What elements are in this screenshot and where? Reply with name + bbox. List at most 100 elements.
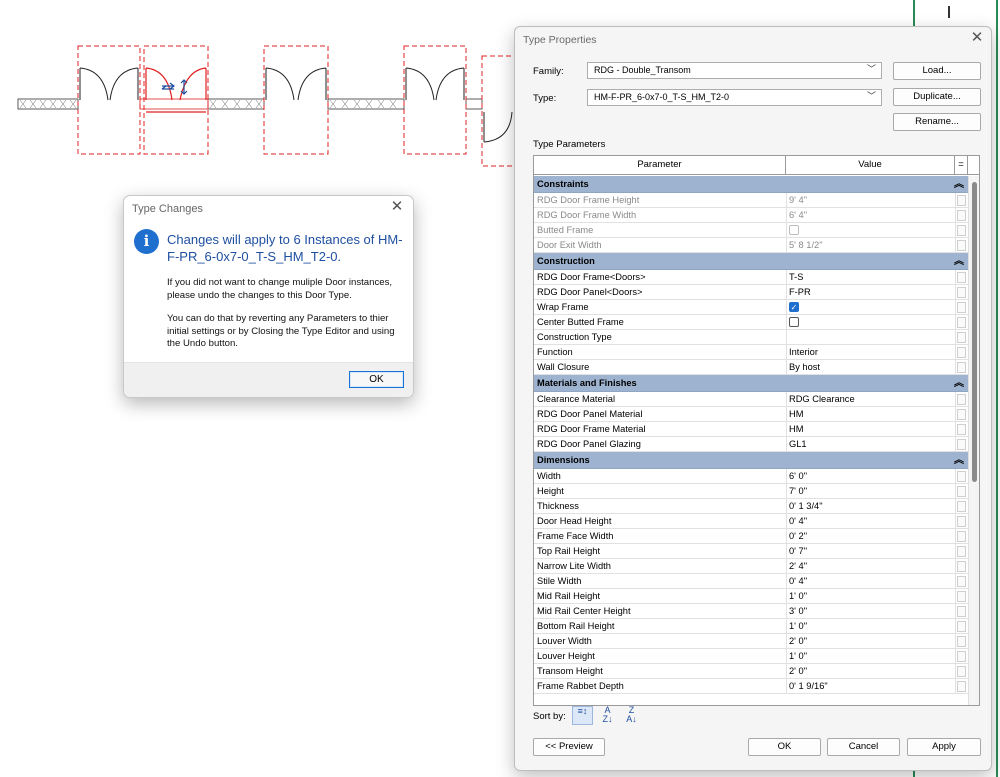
grid-scrollbar[interactable] [968, 176, 979, 705]
parameter-row[interactable]: Function Interior [534, 345, 968, 360]
column-header-parameter[interactable]: Parameter [534, 156, 786, 175]
parameter-value[interactable]: 1' 0" [789, 649, 949, 663]
formula-button[interactable] [957, 561, 966, 572]
sort-group-icon[interactable]: ≡↕ [572, 706, 593, 725]
checkbox[interactable]: ✓ [789, 301, 799, 312]
parameter-value[interactable]: HM [789, 422, 949, 436]
parameter-value[interactable]: 1' 0" [789, 589, 949, 603]
parameter-value[interactable]: 3' 0" [789, 604, 949, 618]
collapse-chevron-icon[interactable]: ︽ [954, 253, 964, 270]
group-header[interactable]: Materials and Finishes ︽ [534, 375, 968, 392]
formula-button[interactable] [957, 272, 966, 283]
parameter-row[interactable]: RDG Door Panel Glazing GL1 [534, 437, 968, 452]
formula-button[interactable] [957, 317, 966, 328]
formula-button[interactable] [957, 287, 966, 298]
group-header[interactable]: Construction ︽ [534, 253, 968, 270]
parameter-row[interactable]: Height 7' 0" [534, 484, 968, 499]
formula-button[interactable] [957, 439, 966, 450]
formula-button[interactable] [957, 606, 966, 617]
parameter-row[interactable]: Mid Rail Center Height 3' 0" [534, 604, 968, 619]
formula-button[interactable] [957, 486, 966, 497]
formula-button[interactable] [957, 681, 966, 692]
parameter-row[interactable]: Bottom Rail Height 1' 0" [534, 619, 968, 634]
type-select[interactable]: HM-F-PR_6-0x7-0_T-S_HM_T2-0 ﹀ [587, 89, 882, 106]
formula-button[interactable] [957, 240, 966, 251]
sort-az-icon[interactable]: A Z↓ [597, 706, 618, 725]
parameter-row[interactable]: Stile Width 0' 4" [534, 574, 968, 589]
formula-button[interactable] [957, 621, 966, 632]
formula-button[interactable] [957, 195, 966, 206]
parameter-row[interactable]: Width 6' 0" [534, 469, 968, 484]
formula-button[interactable] [957, 409, 966, 420]
formula-button[interactable] [957, 546, 966, 557]
parameter-row[interactable]: Clearance Material RDG Clearance [534, 392, 968, 407]
formula-button[interactable] [957, 651, 966, 662]
parameter-row[interactable]: Narrow Lite Width 2' 4" [534, 559, 968, 574]
parameter-value[interactable]: 2' 4" [789, 559, 949, 573]
parameter-value[interactable]: By host [789, 360, 949, 374]
formula-button[interactable] [957, 424, 966, 435]
parameter-row[interactable]: Frame Face Width 0' 2" [534, 529, 968, 544]
parameter-value[interactable]: 1' 0" [789, 619, 949, 633]
column-header-formula[interactable]: = [955, 156, 968, 175]
formula-button[interactable] [957, 394, 966, 405]
column-header-value[interactable]: Value [786, 156, 955, 175]
formula-button[interactable] [957, 636, 966, 647]
parameter-row[interactable]: RDG Door Panel Material HM [534, 407, 968, 422]
parameter-value[interactable]: F-PR [789, 285, 949, 299]
parameter-value[interactable]: 0' 7" [789, 544, 949, 558]
formula-button[interactable] [957, 576, 966, 587]
formula-button[interactable] [957, 302, 966, 313]
parameter-row[interactable]: Thickness 0' 1 3/4" [534, 499, 968, 514]
formula-button[interactable] [957, 210, 966, 221]
load-button[interactable]: Load... [893, 62, 981, 80]
scrollbar-thumb[interactable] [972, 182, 977, 482]
parameter-row[interactable]: Wall Closure By host [534, 360, 968, 375]
parameter-value[interactable]: GL1 [789, 437, 949, 451]
parameter-value[interactable]: 2' 0" [789, 634, 949, 648]
close-icon[interactable]: ✕ [389, 199, 405, 215]
rename-button[interactable]: Rename... [893, 113, 981, 131]
collapse-chevron-icon[interactable]: ︽ [954, 176, 964, 193]
parameter-value[interactable]: 0' 1 3/4" [789, 499, 949, 513]
formula-button[interactable] [957, 225, 966, 236]
parameter-value[interactable]: RDG Clearance [789, 392, 949, 406]
parameter-row[interactable]: Louver Width 2' 0" [534, 634, 968, 649]
cancel-button[interactable]: Cancel [827, 738, 900, 756]
ok-button[interactable]: OK [748, 738, 821, 756]
parameter-row[interactable]: Wrap Frame ✓ [534, 300, 968, 315]
parameter-value[interactable]: 0' 4" [789, 514, 949, 528]
parameter-row[interactable]: Center Butted Frame [534, 315, 968, 330]
parameter-value[interactable]: 0' 2" [789, 529, 949, 543]
parameter-row[interactable]: Frame Rabbet Depth 0' 1 9/16" [534, 679, 968, 694]
parameter-row[interactable]: Top Rail Height 0' 7" [534, 544, 968, 559]
formula-button[interactable] [957, 516, 966, 527]
selected-door[interactable] [145, 67, 207, 113]
close-icon[interactable]: ✕ [969, 30, 985, 46]
formula-button[interactable] [957, 347, 966, 358]
group-header[interactable]: Dimensions ︽ [534, 452, 968, 469]
collapse-chevron-icon[interactable]: ︽ [954, 452, 964, 469]
apply-button[interactable]: Apply [907, 738, 981, 756]
parameter-row[interactable]: Louver Height 1' 0" [534, 649, 968, 664]
parameter-value[interactable]: T-S [789, 270, 949, 284]
parameter-value[interactable]: 0' 1 9/16" [789, 679, 949, 693]
formula-button[interactable] [957, 471, 966, 482]
parameter-row[interactable]: RDG Door Frame<Doors> T-S [534, 270, 968, 285]
duplicate-button[interactable]: Duplicate... [893, 88, 981, 106]
checkbox[interactable] [789, 316, 799, 327]
parameter-value[interactable]: Interior [789, 345, 949, 359]
parameter-row[interactable]: Door Head Height 0' 4" [534, 514, 968, 529]
formula-button[interactable] [957, 332, 966, 343]
parameter-value[interactable]: HM [789, 407, 949, 421]
formula-button[interactable] [957, 666, 966, 677]
formula-button[interactable] [957, 362, 966, 373]
parameter-row[interactable]: Construction Type [534, 330, 968, 345]
sort-za-icon[interactable]: Z A↓ [621, 706, 642, 725]
parameter-value[interactable]: 6' 0" [789, 469, 949, 483]
parameter-value[interactable]: 0' 4" [789, 574, 949, 588]
parameter-row[interactable]: Mid Rail Height 1' 0" [534, 589, 968, 604]
ok-button[interactable]: OK [349, 371, 404, 388]
formula-button[interactable] [957, 591, 966, 602]
parameter-row[interactable]: Transom Height 2' 0" [534, 664, 968, 679]
